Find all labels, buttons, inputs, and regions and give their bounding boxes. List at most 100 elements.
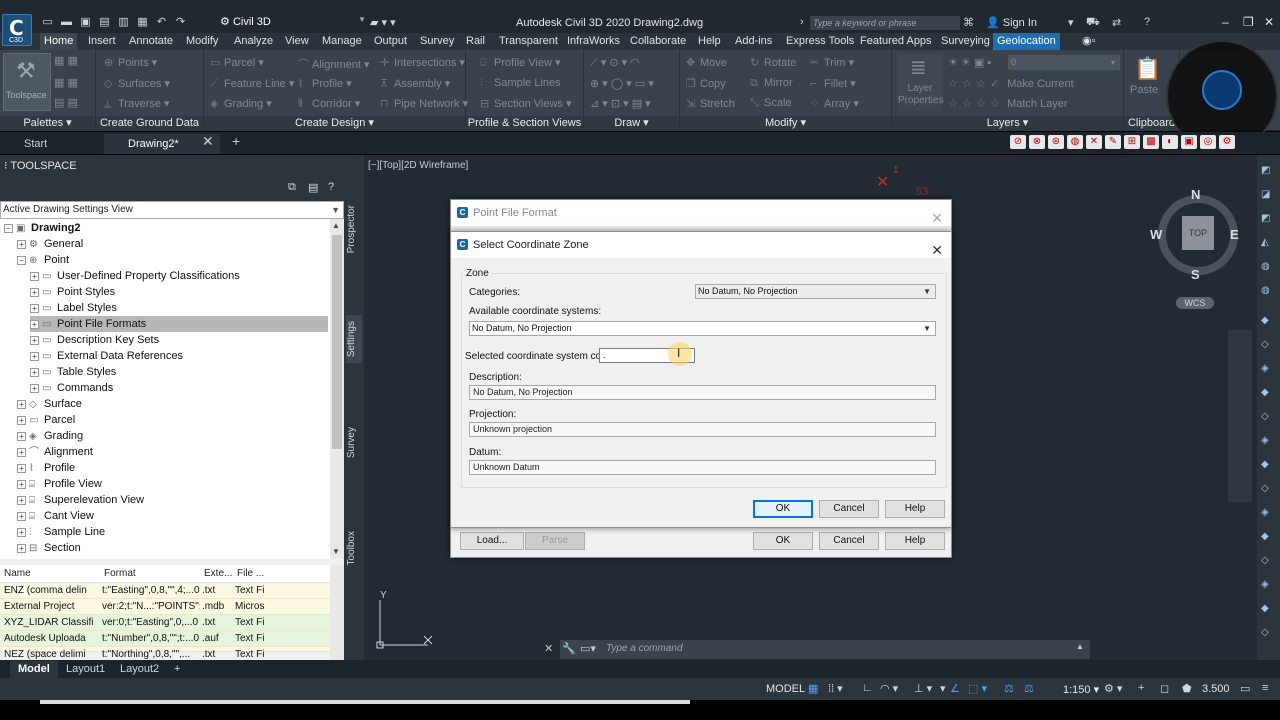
close-icon[interactable]: ✕ [544, 642, 553, 655]
stretch-button[interactable]: ⇲ Stretch [686, 97, 735, 110]
tool-icon-2[interactable]: ⊗ [1029, 135, 1045, 149]
expand-toggle-icon[interactable]: + [30, 351, 39, 361]
expand-toggle-icon[interactable]: + [17, 543, 26, 553]
list-item[interactable]: NEZ (space delimi t:"Northing",0,8,"",...… [0, 647, 330, 660]
tree-node[interactable]: + ▭ Commands [30, 380, 113, 396]
point-file-format-title-bar[interactable]: C Point File Format ✕ [451, 200, 951, 226]
coordinate-zone-title-bar[interactable]: C Select Coordinate Zone ✕ [451, 232, 951, 258]
navigation-bar[interactable] [1228, 330, 1252, 502]
tab-featured-apps[interactable]: Featured Apps [856, 33, 936, 50]
tree-node[interactable]: − ⊕ Point [17, 252, 69, 268]
otrack-icon[interactable]: ▾ [940, 682, 946, 695]
section-views-button[interactable]: ⊟ Section Views ▾ [480, 97, 571, 110]
pff-cancel-button[interactable]: Cancel [819, 532, 879, 550]
workspace-gear-icon[interactable]: ⚙ ▾ [1104, 682, 1122, 695]
tree-node[interactable]: + ⌸ Superelevation View [17, 492, 144, 508]
clean-screen-icon[interactable]: ▭ [1240, 682, 1250, 695]
tree-node[interactable]: + ▭ User-Defined Property Classifications [30, 268, 240, 284]
profile-view-button[interactable]: ⌸ Profile View ▾ [480, 56, 560, 70]
expand-toggle-icon[interactable]: + [17, 399, 26, 409]
chevron-down-icon[interactable]: ▾ [1068, 16, 1074, 29]
tree-node[interactable]: + ◇ Surface [17, 396, 82, 412]
draw-circle-icon[interactable]: ⊕ ▾ ◯ ▾ ▭ ▾ [590, 77, 654, 90]
tool-icon-q[interactable]: ◈ [1261, 579, 1275, 593]
col-name[interactable]: Name [4, 568, 31, 579]
snap-icon[interactable]: ⁞⁞ ▾ [828, 682, 843, 695]
mirror-button[interactable]: ⧉ Mirror [750, 77, 793, 90]
move-button[interactable]: ✥ Move [686, 56, 727, 69]
expand-toggle-icon[interactable]: + [17, 447, 26, 457]
command-history-icon[interactable]: ▭▾ [580, 642, 596, 655]
feature-line-button[interactable]: ⟋ Feature Line ▾ [210, 77, 294, 91]
tree-node[interactable]: + ▭ External Data References [30, 348, 183, 364]
tool-icon-k[interactable]: ◈ [1261, 435, 1275, 449]
col-file-type[interactable]: File ... [237, 568, 264, 579]
redo-icon[interactable]: ↷ [173, 16, 188, 28]
tool-icon-i[interactable]: ◆ [1261, 387, 1275, 401]
match-layer-button[interactable]: ☆ ☆ ☆ ☆ Match Layer [948, 97, 1068, 110]
assembly-button[interactable]: ⊼ Assembly ▾ [380, 77, 450, 90]
available-systems-select[interactable]: No Datum, No Projection ▼ [469, 321, 936, 336]
undo-icon[interactable]: ↶ [154, 16, 169, 28]
tree-node[interactable]: + ▭ Table Styles [30, 364, 116, 380]
expand-toggle-icon[interactable]: + [30, 303, 39, 313]
tree-scrollbar[interactable]: ▲ ▼ [330, 219, 344, 559]
plot-icon[interactable]: ▥ [116, 16, 131, 28]
expand-toggle-icon[interactable]: + [17, 463, 26, 473]
grid-icon[interactable]: ▦ [808, 682, 818, 695]
sample-lines-button[interactable]: ⫶ Sample Lines [480, 77, 561, 90]
toolspace-button[interactable]: ⚒ Toolspace [3, 53, 51, 111]
list-item[interactable]: ENZ (comma delin t:"Easting",0,8,"",4;...… [0, 583, 330, 599]
tree-node[interactable]: + ▭ Point File Formats [30, 316, 328, 332]
auto-scale-icon[interactable]: ⚖ [1024, 682, 1034, 695]
expand-toggle-icon[interactable]: + [17, 415, 26, 425]
tool-icon-11[interactable]: ◎ [1200, 135, 1216, 149]
tree-node[interactable]: + ⌸ Profile View [17, 476, 102, 492]
palette-icons[interactable]: ▦ ▦ [54, 54, 78, 67]
list-item[interactable]: XYZ_LIDAR Classifi ver:0;t:"Easting",0,..… [0, 615, 330, 631]
restore-icon[interactable]: ❐ [1243, 15, 1254, 29]
expand-toggle-icon[interactable]: + [30, 367, 39, 377]
polar-icon[interactable]: ◠ ▾ [880, 682, 898, 695]
corridor-button[interactable]: ⫴ Corridor ▾ [298, 97, 360, 111]
tool-icon-6[interactable]: ✎ [1105, 135, 1121, 149]
expand-toggle-icon[interactable]: + [17, 479, 26, 489]
surfaces-button[interactable]: ◇ Surfaces ▾ [104, 77, 170, 90]
annotation-scale[interactable]: 1:150 ▾ [1063, 683, 1099, 696]
tab-infraworks[interactable]: InfraWorks [563, 33, 624, 50]
tool-icon-p[interactable]: ◇ [1261, 555, 1275, 569]
panel-title-modify[interactable]: Modify ▾ [680, 116, 891, 131]
search-input[interactable]: Type a keyword or phrase [810, 16, 960, 30]
expand-toggle-icon[interactable]: − [4, 223, 13, 233]
tree-node[interactable]: + ⌇ Profile [17, 460, 75, 476]
tool-icon-e[interactable]: ◍ [1261, 285, 1275, 299]
ok-button[interactable]: OK [753, 500, 813, 518]
copy-button[interactable]: ❐ Copy [686, 77, 726, 90]
tool-icon-m[interactable]: ◇ [1261, 483, 1275, 497]
selection-cycling-icon[interactable]: ⬚ ▾ [968, 682, 987, 695]
model-space-toggle[interactable]: MODEL [766, 683, 805, 695]
close-icon[interactable]: ✕ [202, 133, 214, 150]
array-button[interactable]: ⁘ Array ▾ [810, 97, 859, 110]
tab-layout1[interactable]: Layout1 [58, 661, 113, 678]
layer-properties-button[interactable]: ≣ Layer Properties [898, 53, 944, 111]
tab-insert[interactable]: Insert [84, 33, 120, 50]
tool-icon-f[interactable]: ◆ [1261, 315, 1275, 329]
tab-rail[interactable]: Rail [462, 33, 489, 50]
parse-button[interactable]: Parse [525, 532, 585, 550]
tool-icon-8[interactable]: ▩ [1143, 135, 1159, 149]
tool-icon-5[interactable]: ✕ [1086, 135, 1102, 149]
expand-toggle-icon[interactable]: + [17, 511, 26, 521]
paste-label[interactable]: Paste [1130, 84, 1158, 96]
lineweight-value[interactable]: 3.500 [1202, 683, 1230, 695]
tool-icon-o[interactable]: ◆ [1261, 531, 1275, 545]
hardware-accel-icon[interactable]: ⬟ [1182, 682, 1192, 695]
app-logo[interactable]: C C3D [2, 14, 32, 46]
tree-node[interactable]: − ▣ Drawing2 [4, 220, 81, 236]
tab-add-ins[interactable]: Add-ins [731, 33, 776, 50]
tool-icon-1[interactable]: ⊘ [1010, 135, 1026, 149]
exchange-icon[interactable]: ⇄ [1112, 16, 1121, 29]
expand-toggle-icon[interactable]: + [30, 383, 39, 393]
workspace-select[interactable]: ⚙ Civil 3D ▼ [220, 15, 366, 30]
tab-output[interactable]: Output [370, 33, 411, 50]
